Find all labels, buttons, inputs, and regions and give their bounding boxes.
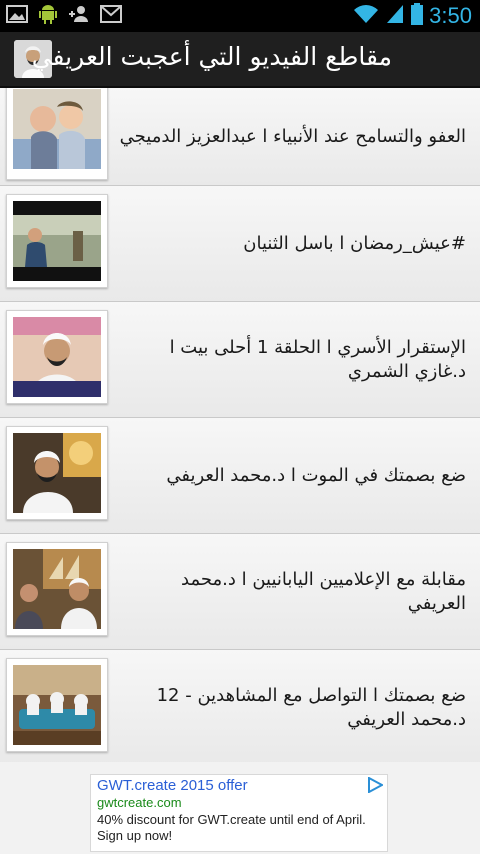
video-title: العفو والتسامح عند الأنبياء ا عبدالعزيز … — [119, 125, 466, 147]
video-thumbnail[interactable] — [6, 426, 108, 520]
gallery-icon — [6, 4, 28, 28]
list-item[interactable]: ضع بصمتك في الموت ا د.محمد العريفي — [0, 418, 480, 534]
ad-choices-icon[interactable] — [367, 776, 385, 794]
video-thumbnail[interactable] — [6, 542, 108, 636]
video-title: الإستقرار الأسري ا الحلقة 1 أحلى بيت ا د… — [169, 336, 466, 382]
video-thumbnail[interactable] — [6, 658, 108, 752]
video-title: ضع بصمتك ا التواصل مع المشاهدين - 12 د.م… — [156, 684, 466, 730]
signal-icon — [385, 3, 405, 29]
video-title: ضع بصمتك في الموت ا د.محمد العريفي — [166, 464, 466, 486]
battery-icon — [411, 3, 424, 29]
video-title: مقابلة مع الإعلاميين اليابانيين ا د.محمد… — [181, 568, 466, 614]
android-icon — [38, 3, 58, 29]
ad-body: 40% discount for GWT.create until end of… — [97, 812, 366, 843]
ad-url[interactable]: gwtcreate.com — [97, 795, 381, 811]
video-thumbnail[interactable] — [6, 194, 108, 288]
ad-banner[interactable]: GWT.create 2015 offer gwtcreate.com 40% … — [90, 774, 388, 852]
video-thumbnail[interactable] — [6, 310, 108, 404]
list-item[interactable]: ضع بصمتك ا التواصل مع المشاهدين - 12 د.م… — [0, 650, 480, 762]
ad-area: GWT.create 2015 offer gwtcreate.com 40% … — [0, 762, 480, 854]
list-item[interactable]: #عيش_رمضان ا باسل الثنيان — [0, 186, 480, 302]
action-bar: مقاطع الفيديو التي أعجبت العريفي — [0, 32, 480, 88]
list-item[interactable]: مقابلة مع الإعلاميين اليابانيين ا د.محمد… — [0, 534, 480, 650]
clock: 3:50 — [429, 3, 472, 28]
wifi-icon — [353, 4, 379, 28]
list-item[interactable]: الإستقرار الأسري ا الحلقة 1 أحلى بيت ا د… — [0, 302, 480, 418]
status-bar: 3:50 — [0, 0, 480, 32]
person-add-icon — [68, 4, 90, 28]
ad-headline[interactable]: GWT.create 2015 offer — [97, 777, 381, 795]
gmail-icon — [100, 5, 122, 27]
page-title: مقاطع الفيديو التي أعجبت العريفي — [31, 42, 392, 71]
video-title: #عيش_رمضان ا باسل الثنيان — [243, 232, 466, 254]
video-list[interactable]: العفو والتسامح عند الأنبياء ا عبدالعزيز … — [0, 88, 480, 762]
list-item[interactable]: العفو والتسامح عند الأنبياء ا عبدالعزيز … — [0, 88, 480, 186]
video-thumbnail[interactable] — [6, 88, 108, 180]
